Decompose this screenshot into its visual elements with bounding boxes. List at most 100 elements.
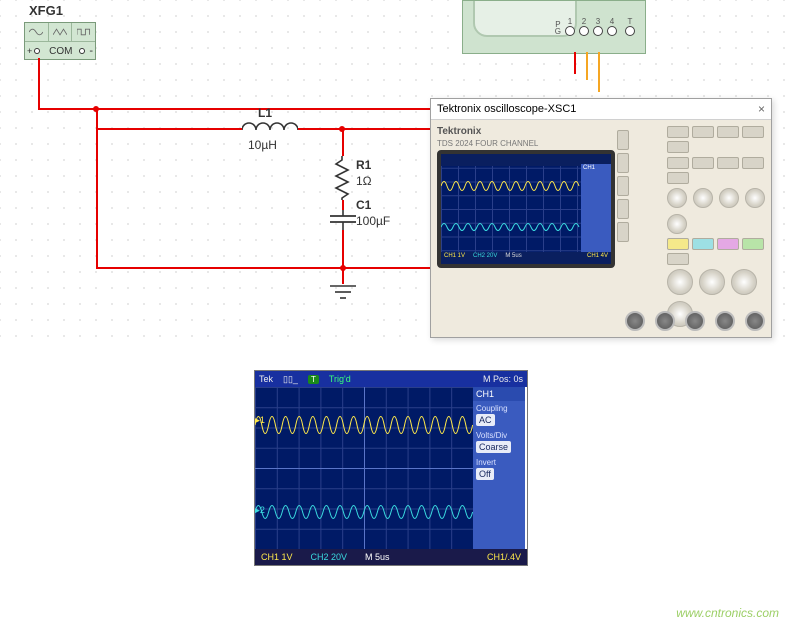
menu-hdr: CH1: [581, 164, 611, 172]
scope-waveform-area[interactable]: ▶1 ▶2: [255, 387, 473, 549]
wire: [298, 128, 342, 130]
softkey-3[interactable]: [617, 176, 629, 196]
ch4-button[interactable]: [742, 238, 764, 250]
fg-minus-label: -: [89, 45, 93, 57]
scope-display[interactable]: Tek ▯▯_ T Trig'd M Pos: 0s ▶1 ▶2 CH1 Cou…: [254, 370, 528, 566]
port-2-label: 2: [582, 17, 586, 26]
wire: [96, 108, 98, 268]
sine-wave-icon: [25, 23, 49, 41]
wire: [586, 52, 588, 80]
c1-value: 100µF: [356, 214, 390, 228]
scope-knob[interactable]: [731, 269, 757, 295]
scope-port-t[interactable]: [625, 26, 635, 36]
scope-button[interactable]: [667, 126, 689, 138]
softkey-4[interactable]: [617, 199, 629, 219]
scope-button[interactable]: [742, 157, 764, 169]
popup-title-text: Tektronix oscilloscope-XSC1: [437, 99, 576, 119]
bnc-ch3[interactable]: [685, 311, 705, 331]
scope-bottom-readout: CH1 1V CH2 20V M 5us CH1/.4V: [255, 549, 527, 565]
scope-screen-menu: CH1: [581, 164, 611, 254]
bnc-ext[interactable]: [745, 311, 765, 331]
scope-port-3[interactable]: [593, 26, 603, 36]
trigger-status-icon: T: [308, 375, 319, 384]
scope-button[interactable]: [667, 157, 689, 169]
popup-titlebar[interactable]: Tektronix oscilloscope-XSC1 ×: [431, 99, 771, 120]
ground-symbol: [328, 284, 358, 305]
scope-screen-readout: CH1 1V CH2 20V M 5us CH1 4V: [441, 252, 611, 264]
func-gen-ref: XFG1: [29, 3, 63, 18]
invert-label: Invert: [473, 455, 525, 468]
oscilloscope-instrument[interactable]: PG 1 2 3 4 T: [462, 0, 646, 54]
port-pg-g-label: G: [555, 27, 561, 36]
ch2-button[interactable]: [692, 238, 714, 250]
scope-screen[interactable]: CH1 CH1 1V CH2 20V M 5us CH1 4V: [437, 150, 615, 268]
r1-ref: R1: [356, 158, 371, 172]
port-3-label: 3: [596, 17, 600, 26]
scope-knob[interactable]: [693, 188, 713, 208]
bnc-ch1[interactable]: [625, 311, 645, 331]
ch1-button[interactable]: [667, 238, 689, 250]
ch3-button[interactable]: [717, 238, 739, 250]
softkey-2[interactable]: [617, 153, 629, 173]
fg-plus-terminal[interactable]: [34, 48, 40, 54]
coupling-value[interactable]: AC: [476, 414, 495, 426]
port-4-label: 4: [610, 17, 614, 26]
scope-knob[interactable]: [745, 188, 765, 208]
inductor-l1[interactable]: [242, 120, 298, 136]
l1-ref: L1: [258, 106, 272, 120]
scope-button[interactable]: [717, 157, 739, 169]
scope-knob[interactable]: [699, 269, 725, 295]
coupling-label: Coupling: [473, 401, 525, 414]
scope-knob[interactable]: [667, 269, 693, 295]
scope-button[interactable]: [667, 141, 689, 153]
scope-button[interactable]: [692, 157, 714, 169]
softkey-5[interactable]: [617, 222, 629, 242]
bnc-ch4[interactable]: [715, 311, 735, 331]
invert-value[interactable]: Off: [476, 468, 494, 480]
r1-value: 1Ω: [356, 174, 372, 188]
wire: [598, 52, 600, 92]
waveform-ch2: [441, 218, 581, 236]
triangle-wave-icon: [49, 23, 73, 41]
readout-trig: CH1/.4V: [487, 552, 521, 562]
scope-button[interactable]: [717, 126, 739, 138]
function-generator[interactable]: + COM -: [24, 22, 96, 60]
center-h: [255, 468, 473, 469]
port-t-label: T: [628, 17, 633, 26]
l1-value: 10µH: [248, 138, 277, 152]
vdiv-value[interactable]: Coarse: [476, 441, 511, 453]
wire: [96, 128, 242, 130]
scope-button[interactable]: [667, 172, 689, 184]
fg-plus-label: +: [27, 46, 32, 56]
bnc-ch2[interactable]: [655, 311, 675, 331]
readout-ch2: CH2 20V: [311, 552, 348, 562]
fg-minus-terminal[interactable]: [79, 48, 85, 54]
wire: [342, 108, 432, 110]
readout-ch2: CH2 20V: [473, 253, 497, 263]
readout-ch1: CH1 1V: [444, 253, 465, 263]
wire: [574, 52, 576, 74]
scope-knob[interactable]: [719, 188, 739, 208]
scope-knob[interactable]: [667, 214, 687, 234]
softkey-1[interactable]: [617, 130, 629, 150]
scope-popup-window[interactable]: Tektronix oscilloscope-XSC1 × Tektronix …: [430, 98, 772, 338]
run-stop-icon: ▯▯_: [283, 374, 298, 385]
close-icon[interactable]: ×: [758, 99, 765, 119]
scope-button[interactable]: [742, 126, 764, 138]
scope-port-1[interactable]: [565, 26, 575, 36]
waveform-ch1: [255, 405, 473, 445]
scope-side-menu: CH1 Coupling AC Volts/Div Coarse Invert …: [473, 387, 525, 549]
scope-button[interactable]: [667, 253, 689, 265]
wire: [38, 58, 40, 108]
resistor-r1[interactable]: [334, 156, 350, 203]
scope-button[interactable]: [692, 126, 714, 138]
wire: [342, 268, 344, 284]
scope-port-4[interactable]: [607, 26, 617, 36]
square-wave-icon: [72, 23, 95, 41]
scope-knob[interactable]: [667, 188, 687, 208]
wire: [342, 128, 344, 156]
scope-port-2[interactable]: [579, 26, 589, 36]
watermark: www.cntronics.com: [676, 606, 779, 620]
waveform-ch1: [441, 176, 581, 196]
readout-m: M 5us: [505, 253, 521, 263]
